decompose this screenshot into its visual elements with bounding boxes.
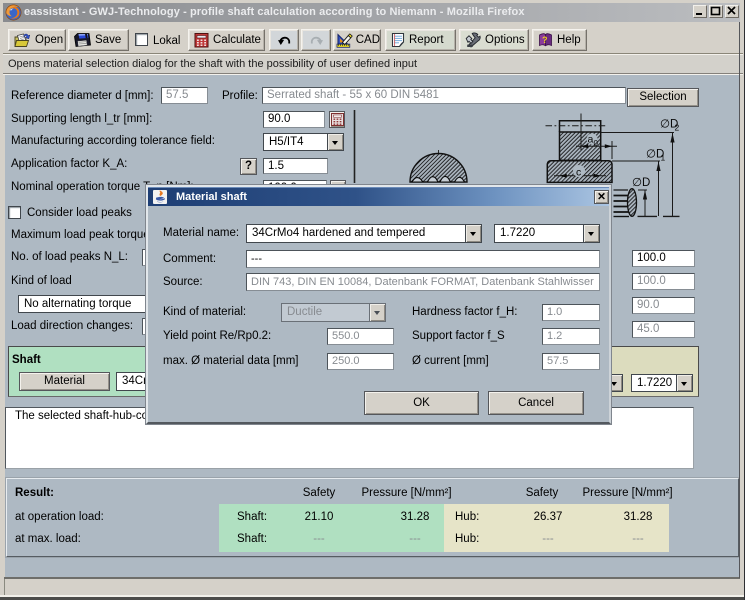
svg-text:0: 0 bbox=[594, 139, 599, 148]
svg-text:∅D: ∅D bbox=[632, 177, 650, 189]
svg-text:2: 2 bbox=[675, 123, 680, 133]
svg-text:1: 1 bbox=[661, 153, 666, 163]
svg-text:c: c bbox=[576, 167, 581, 179]
svg-text:?: ? bbox=[542, 35, 548, 45]
